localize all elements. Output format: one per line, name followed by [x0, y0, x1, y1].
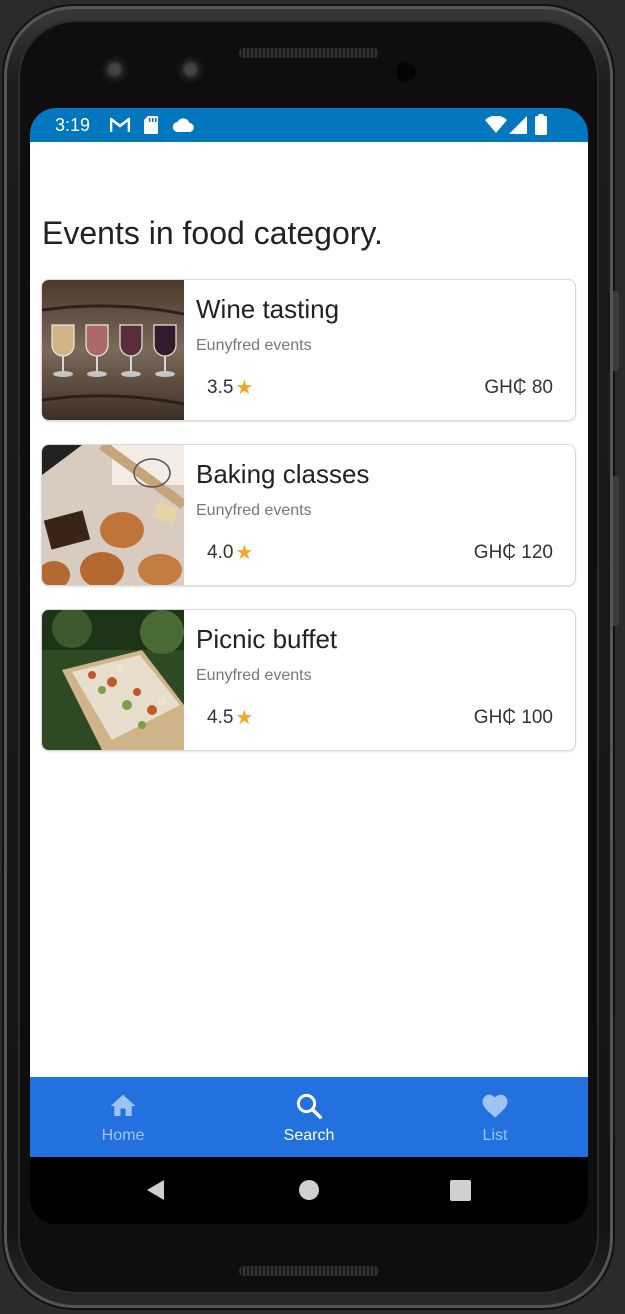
event-price: GH₵ 120 — [473, 542, 553, 563]
star-icon: ★ — [235, 377, 254, 399]
battery-icon — [535, 114, 547, 135]
nav-label-list: List — [482, 1127, 508, 1144]
nav-home[interactable]: Home — [30, 1077, 216, 1157]
event-title: Baking classes — [196, 459, 370, 489]
bottom-speaker — [239, 1266, 379, 1276]
event-price: GH₵ 80 — [484, 377, 553, 398]
content-area: Events in food category. Wine tasting Eu… — [30, 142, 588, 1077]
event-organizer: Eunyfred events — [196, 502, 312, 519]
event-image-wine-tasting — [42, 280, 184, 420]
status-bar: 3:19 — [30, 108, 588, 142]
nav-search[interactable]: Search — [216, 1077, 402, 1157]
back-icon[interactable] — [144, 1178, 168, 1202]
system-navigation-bar — [30, 1157, 588, 1224]
signal-icon — [509, 116, 527, 134]
event-organizer: Eunyfred events — [196, 667, 312, 684]
event-image-picnic-buffet — [42, 610, 184, 750]
page-title: Events in food category. — [42, 215, 383, 251]
top-speaker — [239, 48, 379, 58]
proximity-sensor — [396, 62, 416, 82]
star-icon: ★ — [235, 707, 254, 729]
event-image-baking-classes — [42, 445, 184, 585]
home-circle-icon[interactable] — [298, 1179, 320, 1201]
power-button — [613, 291, 619, 371]
event-rating: 3.5 ★ — [207, 377, 253, 399]
cloud-icon — [172, 118, 194, 133]
event-card-picnic-buffet[interactable]: Picnic buffet Eunyfred events 4.5 ★ GH₵ … — [41, 609, 576, 751]
nav-list[interactable]: List — [402, 1077, 588, 1157]
volume-button — [613, 476, 619, 626]
bottom-navigation: Home Search List — [30, 1077, 588, 1157]
nav-label-home: Home — [101, 1127, 145, 1144]
search-icon — [296, 1093, 322, 1119]
device-screen: 3:19 Events in food category. Wine tasti… — [30, 108, 588, 1224]
front-camera-1 — [101, 56, 131, 86]
event-title: Picnic buffet — [196, 624, 338, 654]
event-card-wine-tasting[interactable]: Wine tasting Eunyfred events 3.5 ★ GH₵ 8… — [41, 279, 576, 421]
nav-label-search: Search — [283, 1127, 335, 1144]
event-rating: 4.5 ★ — [207, 707, 253, 729]
rating-value: 3.5 — [207, 377, 234, 398]
home-icon — [110, 1094, 136, 1116]
heart-icon — [482, 1094, 508, 1118]
front-camera-2 — [177, 56, 207, 86]
event-title: Wine tasting — [196, 294, 340, 324]
event-price: GH₵ 100 — [473, 707, 553, 728]
event-card-baking-classes[interactable]: Baking classes Eunyfred events 4.0 ★ GH₵… — [41, 444, 576, 586]
sd-card-icon — [144, 116, 158, 134]
rating-value: 4.5 — [207, 707, 234, 728]
event-rating: 4.0 ★ — [207, 542, 253, 564]
star-icon: ★ — [235, 542, 254, 564]
wifi-icon — [485, 116, 507, 133]
event-organizer: Eunyfred events — [196, 337, 312, 354]
status-time: 3:19 — [55, 115, 91, 135]
rating-value: 4.0 — [207, 542, 234, 563]
gmail-icon — [110, 117, 130, 132]
recents-icon[interactable] — [450, 1180, 471, 1201]
